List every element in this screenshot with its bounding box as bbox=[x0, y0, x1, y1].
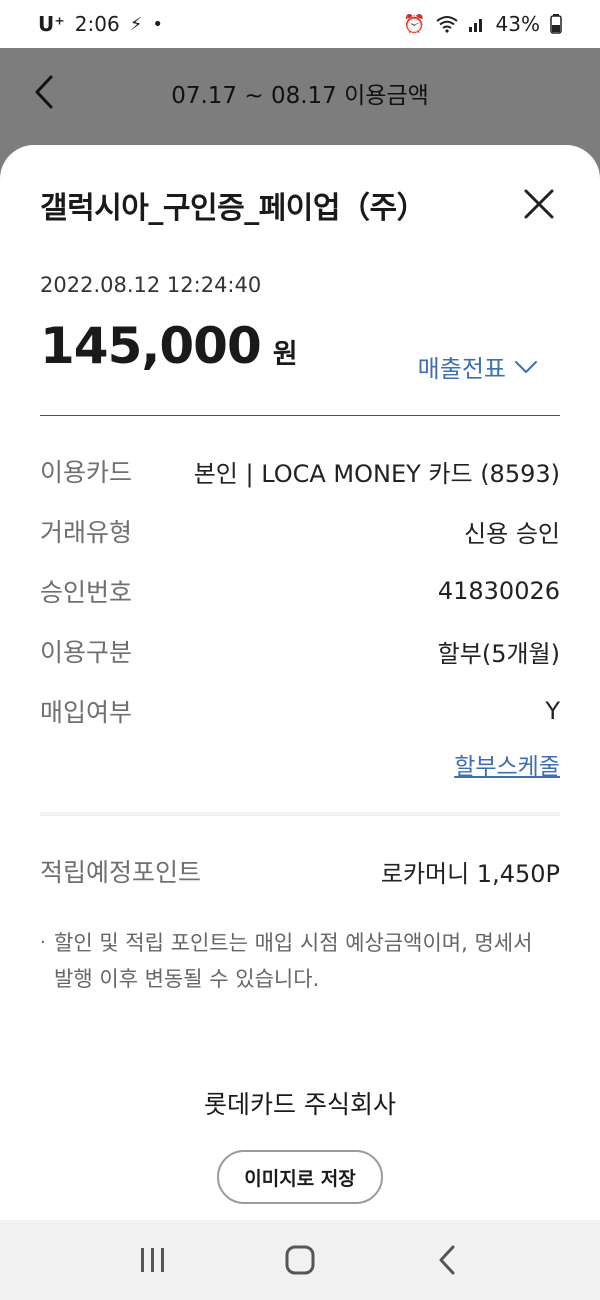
bullet-icon: · bbox=[40, 932, 46, 953]
notification-icon: ⚡ bbox=[129, 13, 143, 35]
sales-receipt-label: 매출전표 bbox=[417, 355, 506, 383]
notice-text: · 할인 및 적립 포인트는 매입 시점 예상금액이며, 명세서 발행 이후 변… bbox=[40, 925, 560, 997]
system-navigation-bar bbox=[0, 1220, 600, 1300]
divider bbox=[40, 415, 560, 416]
status-left: U⁺ 2:06 ⚡ • bbox=[38, 12, 163, 36]
recent-apps-icon bbox=[141, 1248, 165, 1272]
wifi-icon bbox=[435, 16, 458, 33]
chevron-down-icon bbox=[515, 360, 537, 373]
home-button[interactable] bbox=[270, 1230, 330, 1290]
detail-row-value: 할부(5개월) bbox=[437, 639, 560, 668]
back-icon bbox=[439, 1245, 455, 1275]
clock: 2:06 bbox=[74, 12, 120, 36]
detail-row-label: 거래유형 bbox=[40, 518, 133, 547]
detail-row-value: Y bbox=[545, 697, 560, 725]
save-as-image-button[interactable]: 이미지로 저장 bbox=[217, 1150, 383, 1204]
detail-row-label: 승인번호 bbox=[40, 578, 133, 607]
amount-group: 145,000 원 bbox=[40, 317, 298, 375]
detail-row-value: 41830026 bbox=[437, 577, 560, 605]
currency-label: 원 bbox=[272, 339, 298, 370]
detail-row-payment-type: 이용구분 할부(5개월) bbox=[40, 633, 560, 669]
close-icon bbox=[524, 189, 554, 219]
home-icon bbox=[285, 1245, 315, 1275]
installment-schedule-link[interactable]: 할부스케줄 bbox=[454, 747, 560, 781]
recent-apps-button[interactable] bbox=[123, 1230, 183, 1290]
battery-percent: 43% bbox=[495, 12, 540, 36]
detail-row-label: 매입여부 bbox=[40, 698, 133, 727]
points-label: 적립예정포인트 bbox=[40, 858, 202, 887]
detail-row-value: 신용 승인 bbox=[464, 519, 560, 548]
detail-row-label: 이용카드 bbox=[40, 458, 133, 487]
carrier-label: U⁺ bbox=[38, 12, 65, 36]
signal-icon bbox=[468, 19, 482, 32]
points-row: 적립예정포인트 로카머니 1,450P bbox=[40, 853, 560, 889]
sales-receipt-button[interactable]: 매출전표 bbox=[418, 349, 538, 384]
notice-line: 발행 이후 변동될 수 있습니다. bbox=[54, 967, 320, 991]
detail-row-label: 이용구분 bbox=[40, 638, 133, 667]
amount-value: 145,000 bbox=[40, 317, 262, 375]
detail-row-approval-number: 승인번호 41830026 bbox=[40, 573, 560, 609]
detail-row-purchase-status: 매입여부 Y bbox=[40, 693, 560, 729]
detail-row-type: 거래유형 신용 승인 bbox=[40, 513, 560, 549]
points-value: 로카머니 1,450P bbox=[380, 859, 560, 888]
transaction-detail-sheet: 갤럭시아_구인증_페이업（주） 2022.08.12 12:24:40 145,… bbox=[0, 145, 600, 1220]
status-right: ⏰ 43% bbox=[403, 12, 562, 36]
battery-icon bbox=[550, 14, 562, 34]
top-app-bar: 07.17 ~ 08.17 이용금액 bbox=[0, 48, 600, 138]
status-bar: U⁺ 2:06 ⚡ • ⏰ 43% bbox=[0, 0, 600, 48]
company-name: 롯데카드 주식회사 bbox=[204, 1090, 396, 1119]
chevron-left-icon bbox=[35, 75, 53, 109]
close-button[interactable] bbox=[518, 183, 560, 225]
back-button[interactable] bbox=[24, 72, 64, 112]
alarm-icon: ⏰ bbox=[403, 13, 426, 35]
page-title: 07.17 ~ 08.17 이용금액 bbox=[171, 83, 429, 109]
system-back-button[interactable] bbox=[417, 1230, 477, 1290]
notice-line: 할인 및 적립 포인트는 매입 시점 예상금액이며, 명세서 bbox=[54, 931, 533, 955]
merchant-name: 갤럭시아_구인증_페이업（주） bbox=[40, 191, 427, 226]
section-divider bbox=[40, 812, 560, 816]
detail-row-card: 이용카드 본인 | LOCA MONEY 카드 (8593) bbox=[40, 453, 560, 489]
transaction-datetime: 2022.08.12 12:24:40 bbox=[40, 273, 262, 297]
dot-icon: • bbox=[152, 13, 163, 35]
detail-row-value: 본인 | LOCA MONEY 카드 (8593) bbox=[193, 459, 560, 488]
